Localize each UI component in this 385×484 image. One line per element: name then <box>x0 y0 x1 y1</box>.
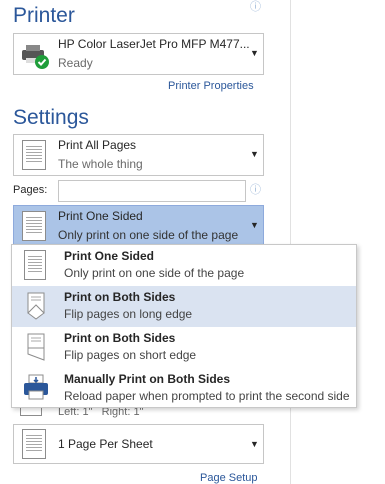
pages-dropdown-title: Print All Pages <box>58 138 137 152</box>
per-sheet-label: 1 Page Per Sheet <box>58 437 153 451</box>
pages-input[interactable] <box>58 180 246 202</box>
flip-long-edge-icon <box>27 292 45 320</box>
pages-icon <box>22 140 46 170</box>
print-pages-dropdown[interactable]: Print All Pages The whole thing ▼ <box>13 134 264 176</box>
flip-short-edge-icon <box>27 333 45 361</box>
chevron-down-icon: ▼ <box>250 149 259 159</box>
printer-icon <box>22 45 49 69</box>
menu-item-title: Print on Both Sides <box>64 290 176 304</box>
menu-item-subtitle: Flip pages on short edge <box>64 348 197 362</box>
manual-duplex-printer-icon <box>24 374 48 400</box>
page-setup-link[interactable]: Page Setup <box>200 472 258 484</box>
info-icon[interactable]: ⓘ <box>250 185 261 196</box>
menu-item-title: Print One Sided <box>64 249 155 263</box>
sided-dropdown-title: Print One Sided <box>58 209 143 223</box>
printer-dropdown[interactable]: HP Color LaserJet Pro MFP M477... Ready … <box>13 33 264 75</box>
menu-item-manual-both-sides[interactable]: Manually Print on Both Sides Reload pape… <box>12 368 356 409</box>
menu-item-title: Manually Print on Both Sides <box>64 372 231 386</box>
printer-name: HP Color LaserJet Pro MFP M477... <box>58 37 250 51</box>
sided-dropdown-subtitle: Only print on one side of the page <box>58 228 239 242</box>
pages-dropdown-subtitle: The whole thing <box>58 157 143 171</box>
menu-item-title: Print on Both Sides <box>64 331 176 345</box>
one-sided-page-icon <box>22 211 46 241</box>
one-sided-icon <box>24 250 46 280</box>
menu-item-subtitle: Flip pages on long edge <box>64 307 193 321</box>
settings-heading: Settings <box>13 106 89 129</box>
chevron-down-icon: ▼ <box>250 220 259 230</box>
menu-item-subtitle: Reload paper when prompted to print the … <box>64 389 350 403</box>
margins-icon <box>20 408 42 416</box>
info-icon[interactable]: ⓘ <box>250 2 261 13</box>
menu-item-both-sides-long[interactable]: Print on Both Sides Flip pages on long e… <box>12 286 356 327</box>
printer-properties-link[interactable]: Printer Properties <box>168 80 254 92</box>
chevron-down-icon: ▼ <box>250 48 259 58</box>
per-sheet-icon <box>22 429 46 459</box>
panel-divider <box>290 0 291 484</box>
printer-status: Ready <box>58 56 93 70</box>
sided-options-menu: Print One Sided Only print on one side o… <box>11 244 357 408</box>
menu-item-both-sides-short[interactable]: Print on Both Sides Flip pages on short … <box>12 327 356 368</box>
chevron-down-icon: ▼ <box>250 439 259 449</box>
menu-item-one-sided[interactable]: Print One Sided Only print on one side o… <box>12 245 356 286</box>
pages-label: Pages: <box>13 184 48 196</box>
menu-item-subtitle: Only print on one side of the page <box>64 266 245 280</box>
printer-heading: Printer <box>13 4 75 27</box>
sided-dropdown[interactable]: Print One Sided Only print on one side o… <box>13 205 264 247</box>
pages-per-sheet-dropdown[interactable]: 1 Page Per Sheet ▼ <box>13 424 264 464</box>
